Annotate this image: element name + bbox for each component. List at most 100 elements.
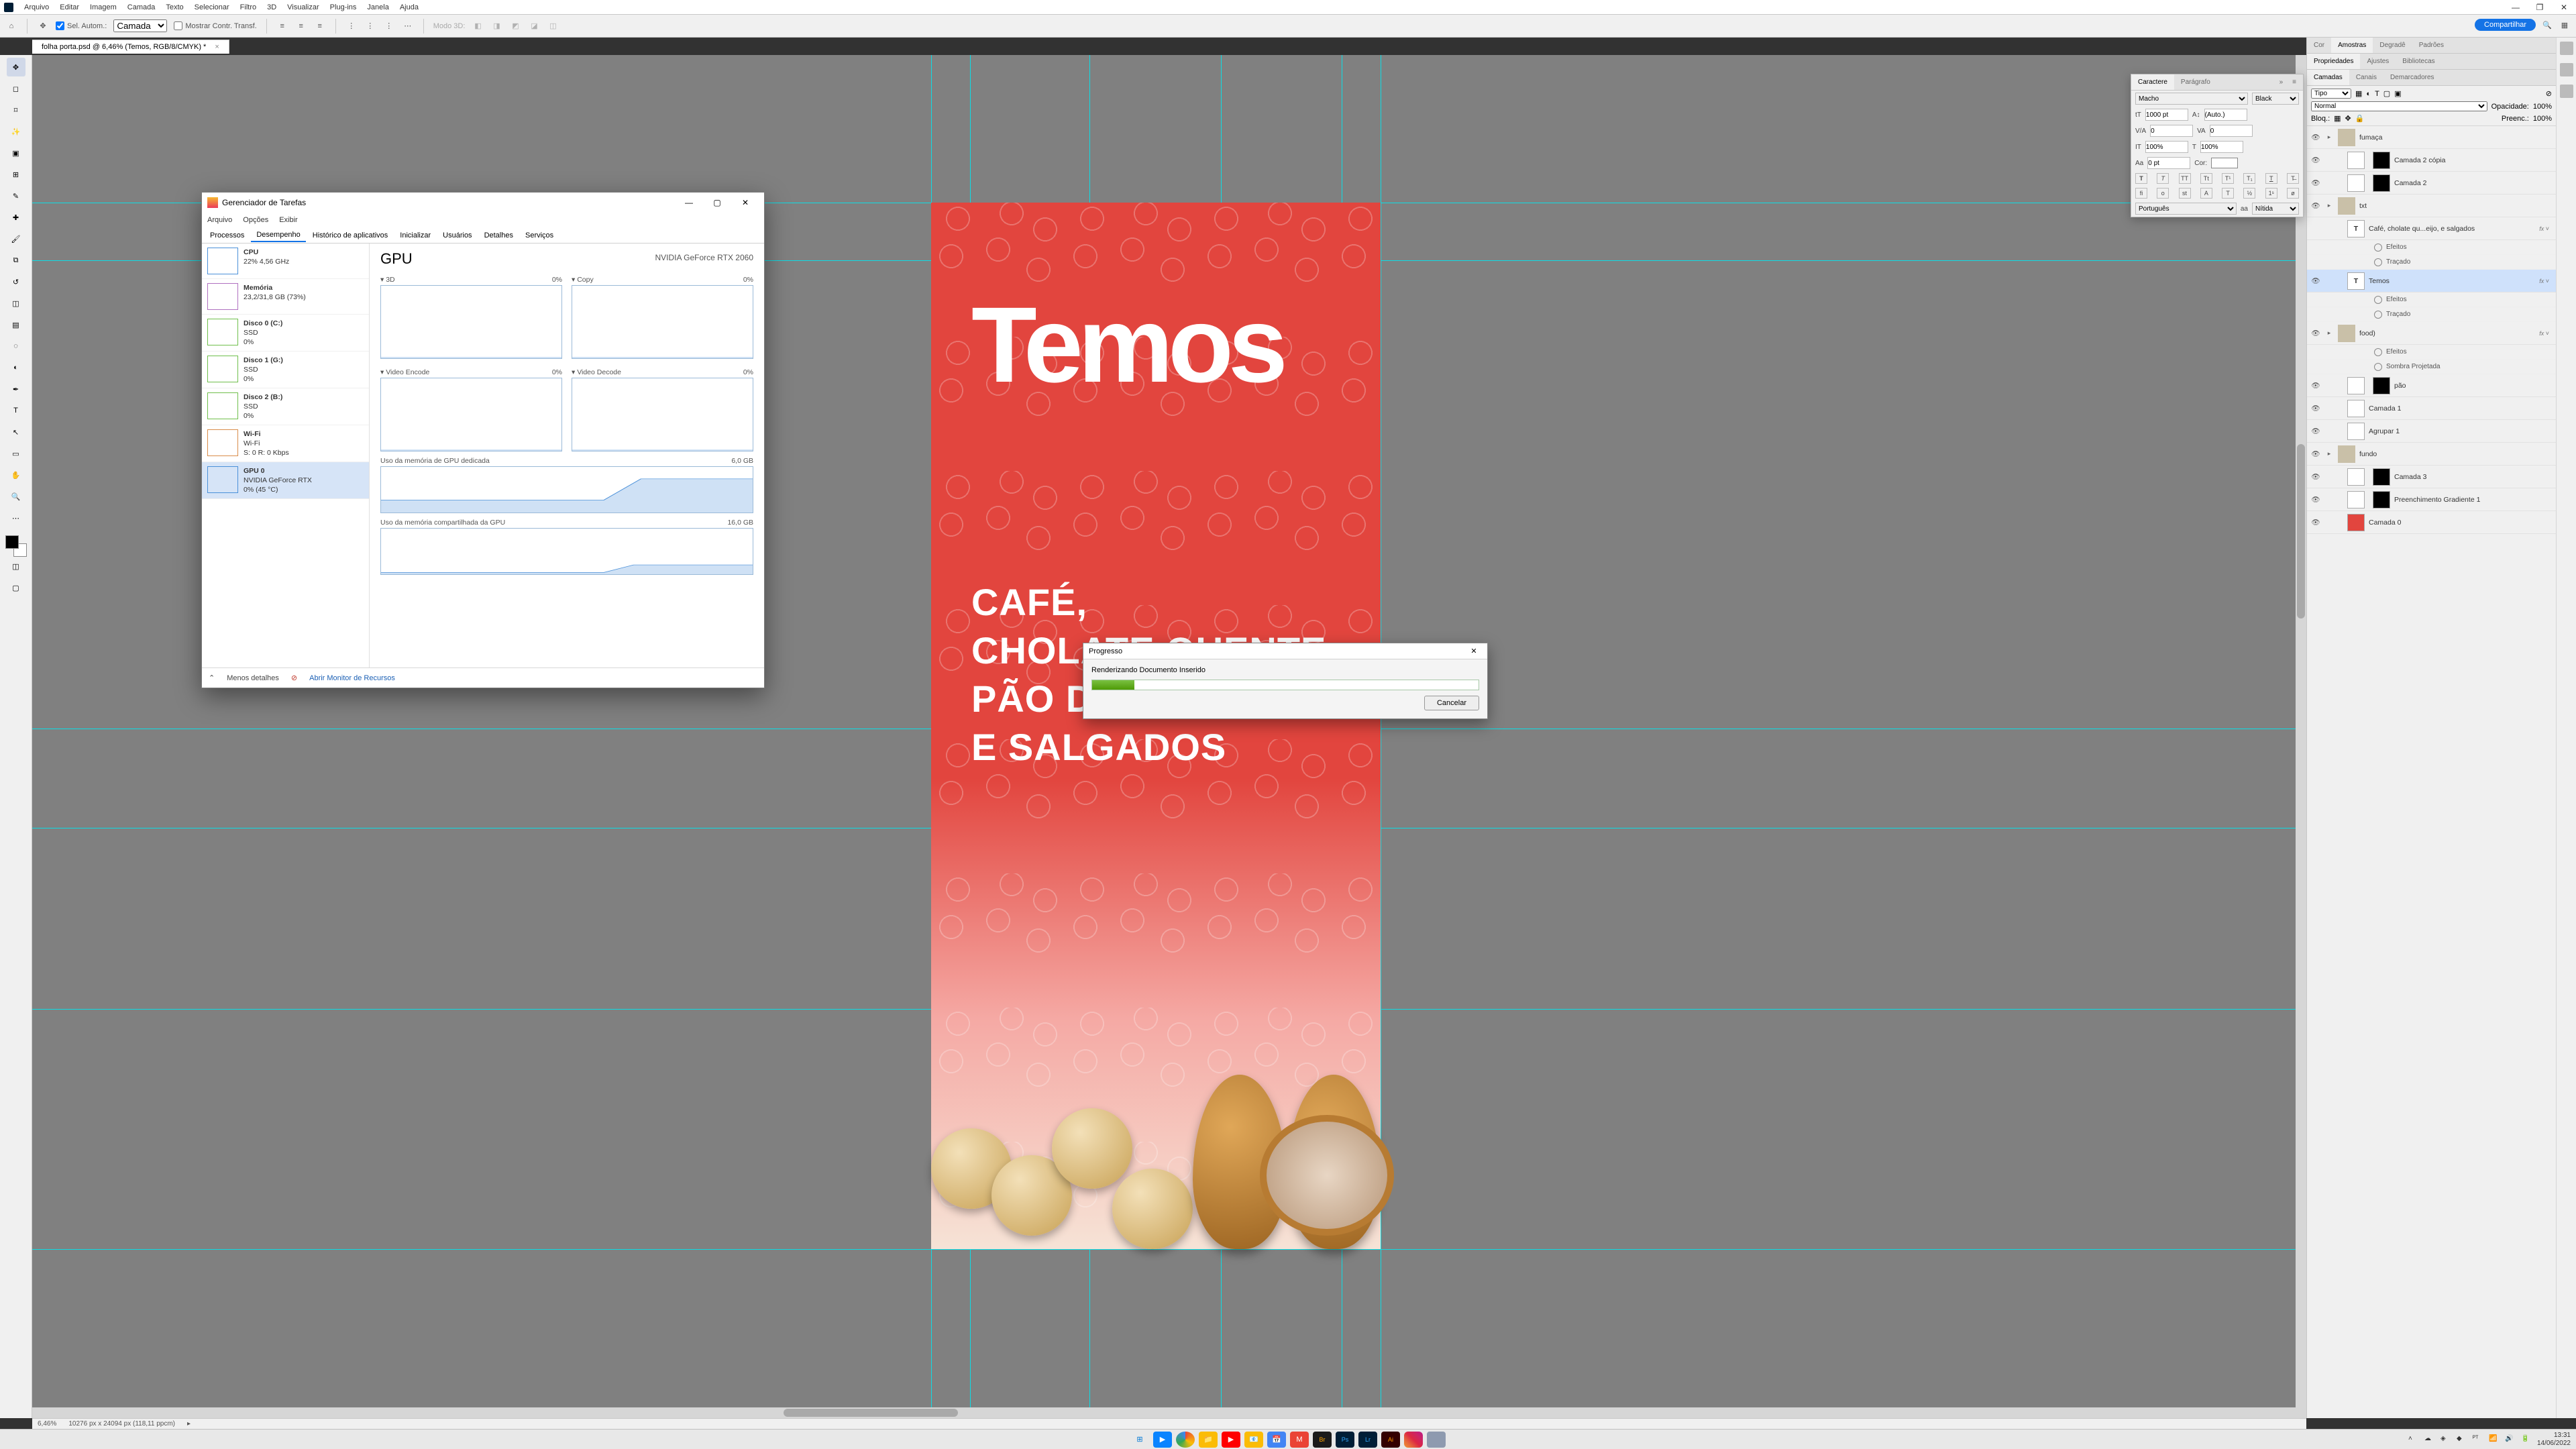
tab-patterns[interactable]: Padrões bbox=[2412, 38, 2451, 53]
all-caps[interactable]: TT bbox=[2179, 173, 2191, 184]
taskbar-app[interactable]: Lr bbox=[1358, 1432, 1377, 1448]
mode3d-icon[interactable]: ◪ bbox=[528, 20, 540, 32]
layer-visibility-toggle[interactable]: 👁 bbox=[2307, 404, 2324, 413]
auto-select-target[interactable]: Camada bbox=[113, 19, 167, 32]
layer-visibility-toggle[interactable]: 👁 bbox=[2307, 518, 2324, 527]
taskmgr-side-item[interactable]: Memória23,2/31,8 GB (73%) bbox=[202, 279, 369, 315]
layer-row[interactable]: 👁 Agrupar 1 bbox=[2307, 420, 2556, 443]
distribute-top-icon[interactable]: ⋮ bbox=[345, 20, 358, 32]
auto-select-checkbox[interactable] bbox=[56, 21, 64, 30]
layer-thumbnail[interactable] bbox=[2347, 220, 2365, 237]
layer-visibility-toggle[interactable]: 👁 bbox=[2307, 449, 2324, 458]
taskmgr-sidebar[interactable]: CPU22% 4,56 GHz Memória23,2/31,8 GB (73%… bbox=[202, 244, 370, 667]
shape-tool[interactable]: ▭ bbox=[7, 444, 25, 463]
document-tab[interactable]: folha porta.psd @ 6,46% (Temos, RGB/8/CM… bbox=[32, 40, 229, 54]
align-right-icon[interactable]: ≡ bbox=[314, 20, 326, 32]
windows-taskbar[interactable]: ⊞ ▶ 📁 ▶ 📧 📅 M Br Ps Lr Ai ˄ ☁ ◈ ◆ ᴾᵀ 📶 🔊… bbox=[0, 1429, 2576, 1449]
quickmask-toggle[interactable]: ◫ bbox=[7, 557, 25, 576]
type-tool[interactable]: T bbox=[7, 401, 25, 420]
layer-thumbnail[interactable] bbox=[2338, 325, 2355, 342]
layer-expand-toggle[interactable]: ▸ bbox=[2324, 202, 2334, 209]
ot-titling[interactable]: T bbox=[2222, 188, 2234, 199]
tab-libraries[interactable]: Bibliotecas bbox=[2396, 54, 2441, 69]
filter-adjust-icon[interactable]: ◐ bbox=[2366, 90, 2371, 98]
layer-group-row[interactable]: 👁 ▸ fundo bbox=[2307, 443, 2556, 466]
layer-visibility-toggle[interactable]: 👁 bbox=[2307, 427, 2324, 435]
align-more-icon[interactable]: ⋯ bbox=[402, 20, 414, 32]
distribute-center-v-icon[interactable]: ⋮ bbox=[364, 20, 376, 32]
tab-swatches[interactable]: Amostras bbox=[2331, 38, 2373, 53]
status-chevron-icon[interactable]: ▸ bbox=[187, 1420, 191, 1428]
tm-menu-item[interactable]: Opções bbox=[243, 216, 268, 224]
crop-tool[interactable]: ▣ bbox=[7, 144, 25, 162]
ot-ord2[interactable]: 1ˢ bbox=[2265, 188, 2277, 199]
strikethrough[interactable]: T̶ bbox=[2287, 173, 2299, 184]
eraser-tool[interactable]: ◫ bbox=[7, 294, 25, 313]
layer-row[interactable]: 👁 pão bbox=[2307, 374, 2556, 397]
filter-text-icon[interactable]: T bbox=[2375, 90, 2379, 98]
layer-name[interactable]: Agrupar 1 bbox=[2369, 427, 2552, 435]
strip-icon[interactable] bbox=[2560, 42, 2573, 55]
ot-swash[interactable]: st bbox=[2179, 188, 2191, 199]
filter-pixel-icon[interactable]: ▦ bbox=[2355, 89, 2362, 98]
tm-tab[interactable]: Inicializar bbox=[394, 229, 436, 241]
layer-row[interactable]: Café, cholate qu...eijo, e salgados fx ˅ bbox=[2307, 217, 2556, 240]
layer-expand-toggle[interactable]: ▸ bbox=[2324, 329, 2334, 337]
taskmgr-side-item[interactable]: Disco 2 (B:)SSD0% bbox=[202, 388, 369, 425]
tab-character[interactable]: Caractere bbox=[2131, 74, 2174, 90]
layer-visibility-toggle[interactable]: 👁 bbox=[2307, 329, 2324, 337]
tm-tab[interactable]: Processos bbox=[205, 229, 250, 241]
ot-lig[interactable]: fi bbox=[2135, 188, 2147, 199]
layer-name[interactable]: Camada 2 cópia bbox=[2394, 156, 2552, 164]
font-style[interactable]: Black bbox=[2252, 93, 2299, 105]
frame-tool[interactable]: ⊞ bbox=[7, 165, 25, 184]
layer-thumbnail[interactable] bbox=[2347, 491, 2365, 508]
horz-scale[interactable] bbox=[2200, 141, 2243, 153]
layer-fx-line[interactable]: Sombra Projetada bbox=[2307, 360, 2556, 374]
tray-icon[interactable]: ◆ bbox=[2457, 1435, 2466, 1444]
dodge-tool[interactable]: ◐ bbox=[7, 358, 25, 377]
tray-battery-icon[interactable]: 🔋 bbox=[2521, 1435, 2530, 1444]
edit-toolbar[interactable]: ⋯ bbox=[7, 508, 25, 527]
canvas-h-scrollbar[interactable] bbox=[32, 1407, 2306, 1418]
layer-filter-kind[interactable]: Tipo bbox=[2311, 89, 2351, 99]
layer-name[interactable]: Camada 0 bbox=[2369, 519, 2552, 527]
taskmgr-minimize[interactable]: — bbox=[676, 198, 702, 207]
tab-adjustments[interactable]: Ajustes bbox=[2360, 54, 2396, 69]
layer-visibility-toggle[interactable]: 👁 bbox=[2307, 495, 2324, 504]
layer-visibility-toggle[interactable]: 👁 bbox=[2307, 133, 2324, 142]
filter-toggle[interactable]: ⊘ bbox=[2546, 89, 2552, 98]
fx-visibility-toggle[interactable] bbox=[2374, 296, 2382, 304]
taskmgr-side-item[interactable]: Wi-FiWi-FiS: 0 R: 0 Kbps bbox=[202, 425, 369, 462]
tracking[interactable] bbox=[2210, 125, 2253, 137]
tm-tab[interactable]: Usuários bbox=[437, 229, 477, 241]
faux-italic[interactable]: T bbox=[2157, 173, 2169, 184]
fx-visibility-toggle[interactable] bbox=[2374, 244, 2382, 252]
small-caps[interactable]: Tt bbox=[2200, 173, 2212, 184]
layer-fx-line[interactable]: Traçado bbox=[2307, 307, 2556, 322]
strip-icon[interactable] bbox=[2560, 63, 2573, 76]
menu-item[interactable]: Imagem bbox=[90, 3, 117, 11]
layer-fx-line[interactable]: Efeitos bbox=[2307, 345, 2556, 360]
cancel-button[interactable]: Cancelar bbox=[1424, 696, 1479, 710]
history-brush-tool[interactable]: ↺ bbox=[7, 272, 25, 291]
show-transform-checkbox[interactable] bbox=[174, 21, 182, 30]
layer-thumbnail[interactable] bbox=[2347, 272, 2365, 290]
tm-tab[interactable]: Detalhes bbox=[479, 229, 519, 241]
font-family[interactable]: Macho bbox=[2135, 93, 2248, 105]
menu-item[interactable]: Visualizar bbox=[287, 3, 319, 11]
layer-name[interactable]: fumaça bbox=[2359, 133, 2552, 142]
tm-tab[interactable]: Histórico de aplicativos bbox=[307, 229, 394, 241]
move-tool[interactable]: ✥ bbox=[7, 58, 25, 76]
menu-item[interactable]: Janela bbox=[367, 3, 388, 11]
progress-close-icon[interactable]: ✕ bbox=[1466, 647, 1482, 655]
layer-group-row[interactable]: 👁 ▸ txt bbox=[2307, 195, 2556, 217]
layer-mask-thumbnail[interactable] bbox=[2373, 468, 2390, 486]
healing-tool[interactable]: ✚ bbox=[7, 208, 25, 227]
menu-item[interactable]: Filtro bbox=[240, 3, 256, 11]
underline[interactable]: T bbox=[2265, 173, 2277, 184]
layer-thumbnail[interactable] bbox=[2347, 514, 2365, 531]
canvas-v-scrollbar[interactable] bbox=[2296, 55, 2306, 1407]
taskbar-app[interactable] bbox=[1427, 1432, 1446, 1448]
marquee-tool[interactable]: ◻ bbox=[7, 79, 25, 98]
